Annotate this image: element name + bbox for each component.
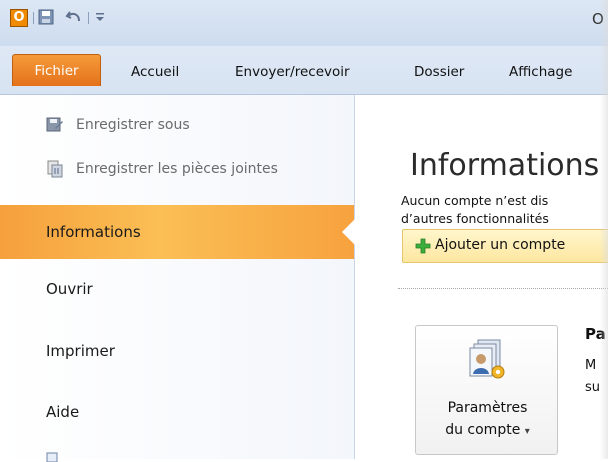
ribbon-tabs: Fichier Accueil Envoyer/recevoir Dossier… xyxy=(0,46,608,95)
plus-icon xyxy=(415,238,431,254)
save-as-command[interactable]: Enregistrer sous xyxy=(46,113,190,137)
description-line: su xyxy=(585,380,601,395)
qa-separator xyxy=(33,12,34,24)
description-line: Aucun compte n’est dis xyxy=(401,193,549,208)
nav-label: Ouvrir xyxy=(46,280,93,298)
page-title: Informations xyxy=(410,148,600,183)
tab-dossier[interactable]: Dossier xyxy=(414,60,464,85)
save-as-icon xyxy=(46,117,63,132)
account-settings-label: Paramètres xyxy=(447,400,528,416)
nav-label: Imprimer xyxy=(46,342,115,360)
customize-quick-access-icon[interactable] xyxy=(95,9,105,23)
account-settings-button[interactable]: Paramètres du compte ▾ xyxy=(415,325,558,455)
nav-ouvrir[interactable]: Ouvrir xyxy=(0,262,354,316)
tab-affichage[interactable]: Affichage xyxy=(509,60,572,85)
save-attachments-label: Enregistrer les pièces jointes xyxy=(76,161,278,177)
account-settings-label: du compte ▾ xyxy=(416,422,559,438)
save-as-label: Enregistrer sous xyxy=(76,117,190,133)
section-divider xyxy=(398,288,608,289)
selection-arrow xyxy=(342,219,355,245)
backstage-nav: Enregistrer sous Enregistrer les pièces … xyxy=(0,95,355,462)
save-attachments-command[interactable]: Enregistrer les pièces jointes xyxy=(46,157,278,181)
account-description: Aucun compte n’est dis d’autres fonction… xyxy=(401,192,549,228)
nav-label: Aide xyxy=(46,403,80,421)
chevron-down-icon: ▾ xyxy=(524,426,530,437)
window-edge-shadow xyxy=(600,0,608,459)
add-account-button[interactable]: Ajouter un compte xyxy=(402,229,608,263)
description-line: M xyxy=(585,358,597,373)
account-settings-icon xyxy=(469,339,505,379)
account-settings-label-line2: du compte xyxy=(445,422,521,438)
description-line: d’autres fonctionnalités xyxy=(401,211,549,226)
nav-informations[interactable]: Informations xyxy=(0,205,355,259)
tab-envoyer-recevoir[interactable]: Envoyer/recevoir xyxy=(235,60,350,85)
tab-accueil[interactable]: Accueil xyxy=(131,60,179,85)
account-settings-description: M su xyxy=(585,355,600,399)
nav-label: Informations xyxy=(46,223,141,241)
outlook-app-icon[interactable]: O xyxy=(10,9,28,27)
nav-imprimer[interactable]: Imprimer xyxy=(0,324,354,378)
nav-aide[interactable]: Aide xyxy=(0,385,354,439)
undo-icon[interactable] xyxy=(65,8,83,26)
qa-separator xyxy=(88,12,89,24)
document-icon[interactable] xyxy=(46,452,60,462)
save-attachments-icon xyxy=(47,160,63,178)
add-account-label: Ajouter un compte xyxy=(435,237,566,253)
title-bar: O O xyxy=(0,0,608,46)
tab-fichier[interactable]: Fichier xyxy=(12,54,101,86)
save-icon[interactable] xyxy=(38,9,54,25)
